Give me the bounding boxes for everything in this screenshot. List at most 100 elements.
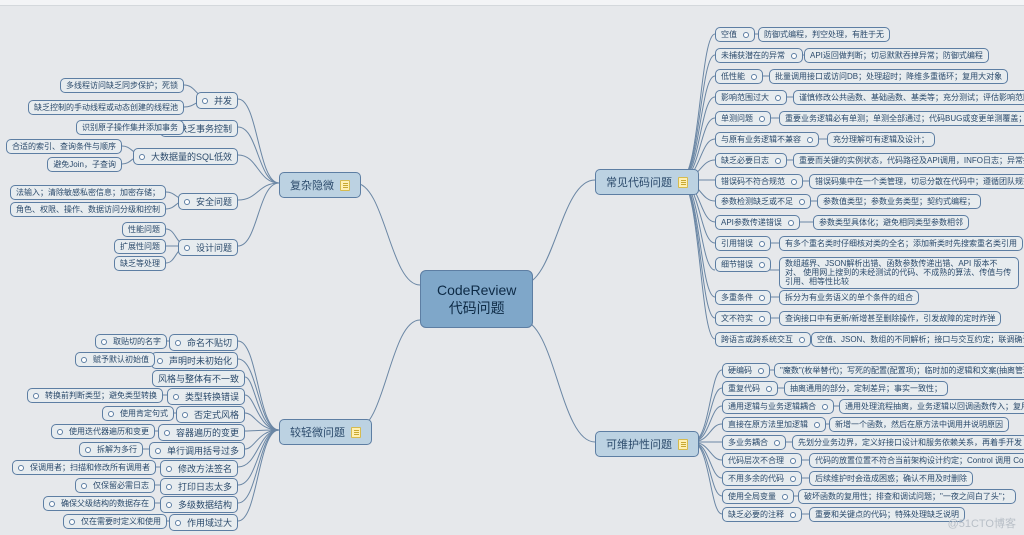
leaf-m5[interactable]: 使用迭代器遍历和变更 <box>51 424 155 439</box>
label: 通用处理流程抽离，业务逻辑以回调函数传入；复用而非混杂 <box>845 401 1024 412</box>
common-r8a[interactable]: 错误码不符合规范 <box>715 174 803 189</box>
leaf-m8[interactable]: 仅保留必需日志 <box>75 478 155 493</box>
sub-iter[interactable]: 容器遍历的变更 <box>158 424 245 441</box>
label: 单测问题 <box>721 113 753 124</box>
maint-v7b[interactable]: 后续维护时会造成困惑；确认不用及时删除 <box>809 471 973 486</box>
leaf-sf1[interactable]: 法输入；清除敏感私密信息；加密存储； <box>10 185 166 200</box>
leaf-c1[interactable]: 多线程访问缺乏同步保护；死锁 <box>60 78 184 93</box>
label: 抽离通用的部分，定制差异；事实一致性； <box>790 383 942 394</box>
maint-v5a[interactable]: 多业务耦合 <box>722 435 786 450</box>
maint-v4a[interactable]: 直接在原方法里加逻辑 <box>722 417 826 432</box>
maint-v1a[interactable]: 硬编码 <box>722 363 770 378</box>
cat-minor[interactable]: 较轻微问题 <box>279 419 372 445</box>
common-r11b[interactable]: 有多个重名类时仔细核对类的全名；添加新类时先搜索重名类引用 <box>779 236 1023 251</box>
common-r15b[interactable]: 空值、JSON、数组的不同解析；接口与交互约定；联调确认 <box>811 332 1024 347</box>
sub-log[interactable]: 打印日志太多 <box>160 478 238 495</box>
sub-scope[interactable]: 作用域过大 <box>169 514 238 531</box>
sub-concurrency[interactable]: 并发 <box>196 92 238 109</box>
leaf-m4[interactable]: 使用肯定句式 <box>102 406 174 421</box>
common-r6b[interactable]: 充分理解可有逻辑及设计； <box>827 132 935 147</box>
note-icon <box>678 439 688 450</box>
maint-v9b[interactable]: 重要和关键点的代码；特殊处理缺乏说明 <box>809 507 965 522</box>
leaf-sql2[interactable]: 避免Join，子查询 <box>47 157 122 172</box>
leaf-m3[interactable]: 转换前判断类型；避免类型转换 <box>27 388 163 403</box>
common-r7a[interactable]: 缺乏必要日志 <box>715 153 787 168</box>
common-r4a[interactable]: 影响范围过大 <box>715 90 787 105</box>
sub-sql[interactable]: 大数据量的SQL低效 <box>133 148 238 165</box>
sub-safety[interactable]: 安全问题 <box>178 193 238 210</box>
center-title-2: 代码问题 <box>449 299 505 317</box>
leaf-c2[interactable]: 缺乏控制的手动线程或动态创建的线程池 <box>28 100 184 115</box>
leaf-sf2[interactable]: 角色、权限、操作、数据访问分级和控制 <box>10 202 166 217</box>
common-r1a[interactable]: 空值 <box>715 27 755 42</box>
common-r12b[interactable]: 数组越界、JSON解析出错、函数参数传递出错、API 版本不对、 使用网上搜到的… <box>779 257 1019 289</box>
common-r15a[interactable]: 跨语言或跨系统交互 <box>715 332 811 347</box>
cat-common[interactable]: 常见代码问题 <box>595 169 699 195</box>
leaf-m6[interactable]: 拆解为多行 <box>79 442 143 457</box>
maint-v9a[interactable]: 缺乏必要的注释 <box>722 507 802 522</box>
sub-dup[interactable]: 多级数据结构 <box>160 496 238 513</box>
common-r2a[interactable]: 未捕获潜在的异常 <box>715 48 803 63</box>
sub-naming[interactable]: 命名不贴切 <box>169 334 238 351</box>
maint-v6b[interactable]: 代码的放置位置不符合当前架构设计约定；Control 调用 Control； <box>809 453 1024 468</box>
common-r14a[interactable]: 文不符实 <box>715 311 771 326</box>
maint-v1b[interactable]: "魔数"(枚举替代)；写死的配置(配置项)；临时加的逻辑和文案(抽离管理) <box>774 363 1024 378</box>
leaf-m9[interactable]: 确保父级结构的数据存在 <box>43 496 155 511</box>
common-r3b[interactable]: 批量调用接口或访问DB；处理超时；降维多重循环；复用大对象 <box>769 69 1008 84</box>
maint-v8b[interactable]: 破坏函数的复用性；排查和调试问题；"一夜之间白了头"； <box>798 489 1016 504</box>
maint-v3a[interactable]: 通用逻辑与业务逻辑耦合 <box>722 399 834 414</box>
common-r3a[interactable]: 低性能 <box>715 69 763 84</box>
cat-maintain[interactable]: 可维护性问题 <box>595 431 699 457</box>
common-r12a[interactable]: 细节错误 <box>715 257 771 272</box>
maint-v3b[interactable]: 通用处理流程抽离，业务逻辑以回调函数传入；复用而非混杂 <box>839 399 1024 414</box>
common-r10b[interactable]: 参数类型具体化；避免相同类型参数相邻 <box>813 215 969 230</box>
sub-style[interactable]: 风格与整体有不一致 <box>152 370 245 387</box>
label: 使用全局变量 <box>728 491 776 502</box>
label: 后续维护时会造成困惑；确认不用及时删除 <box>815 473 967 484</box>
common-r5b[interactable]: 重要业务逻辑必有单测；单测全部通过；代码BUG或变更单测覆盖；增加异常单测 <box>779 111 1024 126</box>
sub-neg[interactable]: 否定式风格 <box>176 406 245 423</box>
maint-v2b[interactable]: 抽离通用的部分，定制差异；事实一致性； <box>784 381 948 396</box>
maint-v4b[interactable]: 新增一个函数，然后在原方法中调用并说明原因 <box>829 417 1009 432</box>
leaf-d2[interactable]: 扩展性问题 <box>114 239 166 254</box>
leaf-tr1[interactable]: 识别原子操作集并添加事务 <box>76 120 184 135</box>
center-node[interactable]: CodeReview 代码问题 <box>420 270 533 328</box>
sub-sig[interactable]: 修改方法签名 <box>160 460 238 477</box>
sub-design[interactable]: 设计问题 <box>178 239 238 256</box>
dot-icon <box>81 357 87 363</box>
leaf-d1[interactable]: 性能问题 <box>122 222 166 237</box>
leaf-m10[interactable]: 仅在需要时定义和使用 <box>63 514 167 529</box>
sub-init[interactable]: 声明时未初始化 <box>151 352 238 369</box>
common-r13a[interactable]: 多重条件 <box>715 290 771 305</box>
watermark: @51CTO博客 <box>948 515 1016 531</box>
leaf-m2[interactable]: 赋予默认初始值 <box>75 352 155 367</box>
cat-complex[interactable]: 复杂隐微 <box>279 172 361 198</box>
common-r14b[interactable]: 查询接口中有更新/新增甚至删除操作，引发故障的定时炸弹 <box>779 311 1001 326</box>
maint-v7a[interactable]: 不用多余的代码 <box>722 471 802 486</box>
common-r1b[interactable]: 防御式编程，判空处理，有胜于无 <box>758 27 890 42</box>
common-r6a[interactable]: 与原有业务逻辑不兼容 <box>715 132 819 147</box>
common-r7b[interactable]: 重要而关键的实例状态，代码路径及API调用，INFO日志；异常捕获并Error日 <box>793 153 1024 168</box>
common-r2b[interactable]: API返回做判断；切忌默默吞掉异常；防御式编程 <box>804 48 989 63</box>
leaf-sql1[interactable]: 合适的索引、查询条件与顺序 <box>6 139 122 154</box>
common-r5a[interactable]: 单测问题 <box>715 111 771 126</box>
common-r8b[interactable]: 错误码集中在一个类管理，切忌分散在代码中；遵循团队规范 <box>809 174 1024 189</box>
common-r10a[interactable]: API参数传递错误 <box>715 215 800 230</box>
sub-typecv[interactable]: 类型转换错误 <box>167 388 245 405</box>
label: 作用域过大 <box>187 516 232 529</box>
common-r13b[interactable]: 拆分为有业务语义的单个条件的组合 <box>779 290 919 305</box>
common-r9a[interactable]: 参数检测缺乏或不足 <box>715 194 811 209</box>
label: 并发 <box>214 94 232 107</box>
sub-line[interactable]: 单行调用括号过多 <box>149 442 245 459</box>
common-r4b[interactable]: 谨慎修改公共函数、基础函数、基类等；充分测试；评估影响范围 <box>793 90 1024 105</box>
common-r11a[interactable]: 引用错误 <box>715 236 771 251</box>
common-r9b[interactable]: 参数值类型；参数业务类型；契约式编程； <box>817 194 981 209</box>
leaf-m7[interactable]: 保调用者；扫描和修改所有调用者 <box>12 460 156 475</box>
dot-icon <box>758 368 764 374</box>
leaf-m1[interactable]: 取贴切的名字 <box>95 334 167 349</box>
maint-v5b[interactable]: 先划分业务边界，定义好接口设计和服务依赖关系，再着手开发 <box>792 435 1024 450</box>
maint-v8a[interactable]: 使用全局变量 <box>722 489 794 504</box>
maint-v2a[interactable]: 重复代码 <box>722 381 778 396</box>
leaf-d3[interactable]: 缺乏等处理 <box>114 256 166 271</box>
maint-v6a[interactable]: 代码层次不合理 <box>722 453 802 468</box>
